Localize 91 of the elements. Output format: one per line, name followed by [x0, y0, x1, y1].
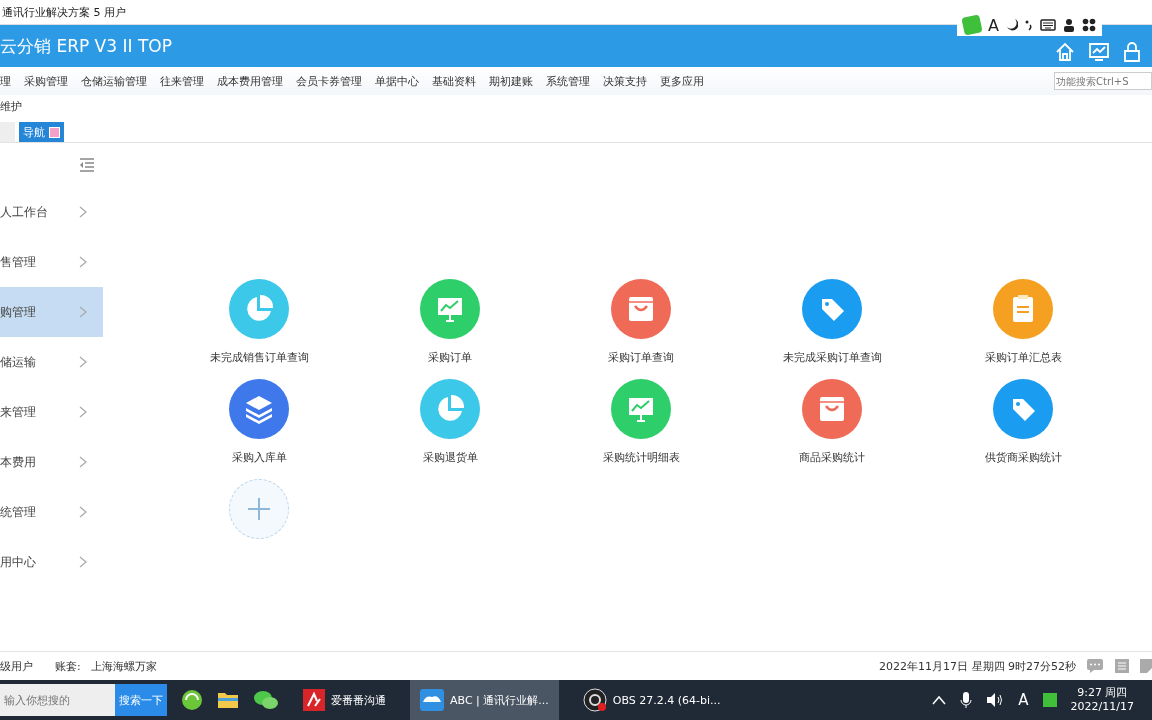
menu-item[interactable]: 单据中心	[375, 73, 419, 89]
menu-item[interactable]: 系统管理	[546, 73, 590, 89]
collapse-menu-icon[interactable]	[79, 158, 95, 172]
menu-item[interactable]: 更多应用	[660, 73, 704, 89]
keyboard-icon[interactable]	[1040, 19, 1056, 31]
sidebar-item[interactable]: 统管理	[0, 487, 103, 537]
taskbar-app[interactable]: OBS 27.2.4 (64-bi...	[572, 680, 731, 720]
menu-item[interactable]: 期初建账	[489, 73, 533, 89]
window-title: 通讯行业解决方案 5 用户	[2, 4, 126, 20]
app-logo-icon	[303, 689, 325, 711]
menu-item[interactable]: 往来管理	[160, 73, 204, 89]
chevron-right-icon	[79, 506, 87, 518]
chart-icon[interactable]	[420, 279, 480, 339]
speaker-icon[interactable]	[986, 692, 1005, 708]
chevron-right-icon	[79, 406, 87, 418]
menu-item[interactable]: 成本费用管理	[217, 73, 283, 89]
taskbar-app[interactable]: 爱番番沟通	[293, 680, 396, 720]
status-user: 级用户	[0, 658, 33, 674]
tile-label[interactable]: 供货商采购统计	[984, 450, 1062, 465]
chevron-right-icon	[79, 206, 87, 218]
tile-label[interactable]: 采购统计明细表	[602, 450, 680, 465]
taskbar-app[interactable]: ABC | 通讯行业解...	[410, 680, 559, 720]
cloud-icon	[420, 689, 444, 711]
chevron-up-icon[interactable]	[932, 695, 947, 705]
status-datetime: 2022年11月17日 星期四 9时27分52秒	[879, 658, 1076, 674]
clipboard-icon[interactable]	[993, 279, 1053, 339]
chevron-right-icon	[79, 556, 87, 568]
moon-icon[interactable]	[1006, 18, 1018, 32]
sidebar-item[interactable]: 购管理	[0, 287, 103, 337]
tile-label[interactable]: 商品采购统计	[799, 450, 865, 465]
tile-label[interactable]: 采购入库单	[231, 450, 287, 465]
chevron-right-icon	[79, 306, 87, 318]
menu-item[interactable]: 仓储运输管理	[81, 73, 147, 89]
tile-label[interactable]: 采购退货单	[422, 450, 478, 465]
message-icon[interactable]	[1086, 658, 1104, 674]
tile-label[interactable]: 采购订单汇总表	[984, 350, 1062, 365]
menu-item[interactable]: 理	[0, 73, 11, 89]
sidebar-item[interactable]: 储运输	[0, 337, 103, 387]
menu-item[interactable]: 决策支持	[603, 73, 647, 89]
microphone-icon[interactable]	[960, 691, 973, 709]
account-label: 账套:	[55, 658, 81, 674]
layers-icon[interactable]	[229, 379, 289, 439]
chevron-right-icon	[79, 356, 87, 368]
close-icon[interactable]	[49, 126, 60, 138]
sogou-icon[interactable]	[961, 14, 983, 36]
account-name: 上海海螺万家	[90, 658, 157, 674]
tile-label[interactable]: 未完成采购订单查询	[782, 350, 882, 365]
chart-icon[interactable]	[611, 379, 671, 439]
note-icon[interactable]	[1140, 658, 1152, 674]
home-icon[interactable]	[1054, 41, 1076, 63]
lock-icon[interactable]	[1122, 41, 1142, 63]
pie-icon[interactable]	[229, 279, 289, 339]
tile-label[interactable]: 采购订单	[428, 350, 472, 365]
tag-icon[interactable]	[993, 379, 1053, 439]
taskbar-search-field[interactable]: 输入你想搜的	[0, 684, 115, 716]
plus-icon	[246, 496, 272, 522]
tab[interactable]: 导航	[19, 122, 64, 142]
sidebar-item[interactable]: 人工作台	[0, 187, 103, 237]
function-search-field[interactable]: 功能搜索Ctrl+S	[1054, 72, 1152, 90]
folder-icon[interactable]	[217, 691, 239, 709]
person-icon[interactable]	[1063, 18, 1075, 32]
chart-monitor-icon[interactable]	[1088, 41, 1110, 63]
record-icon	[582, 688, 607, 712]
search-button[interactable]: 搜索一下	[115, 684, 167, 716]
sidebar-item[interactable]: 来管理	[0, 387, 103, 437]
sidebar-item[interactable]: 用中心	[0, 537, 103, 587]
bag-icon[interactable]	[802, 379, 862, 439]
menu-item[interactable]: 基础资料	[432, 73, 476, 89]
taskbar-clock[interactable]: 9:27 周四 2022/11/17	[1070, 685, 1152, 715]
tile-label[interactable]: 采购订单查询	[608, 350, 674, 365]
tile-label[interactable]: 未完成销售订单查询	[209, 350, 309, 365]
circle-app-icon[interactable]	[181, 689, 203, 711]
pie-icon[interactable]	[420, 379, 480, 439]
punctuation-icon[interactable]	[1025, 19, 1033, 31]
menu-item[interactable]: 采购管理	[24, 73, 68, 89]
chat-bubbles-icon[interactable]	[253, 689, 279, 711]
input-language[interactable]: A	[1018, 691, 1029, 709]
document-icon[interactable]	[1114, 658, 1130, 674]
breadcrumb: 维护	[0, 99, 22, 114]
app-title: 云分销 ERP V3 II TOP	[0, 34, 172, 58]
tag-icon[interactable]	[802, 279, 862, 339]
menu-item[interactable]: 会员卡券管理	[296, 73, 362, 89]
chevron-right-icon	[79, 256, 87, 268]
sidebar-item[interactable]: 本费用	[0, 437, 103, 487]
input-mode[interactable]: A	[988, 15, 999, 35]
sogou-tray-icon[interactable]	[1042, 693, 1057, 707]
bag-icon[interactable]	[611, 279, 671, 339]
sidebar-item[interactable]: 售管理	[0, 237, 103, 287]
chevron-right-icon	[79, 456, 87, 468]
add-button[interactable]	[229, 479, 289, 539]
grid-icon[interactable]	[1082, 18, 1096, 32]
